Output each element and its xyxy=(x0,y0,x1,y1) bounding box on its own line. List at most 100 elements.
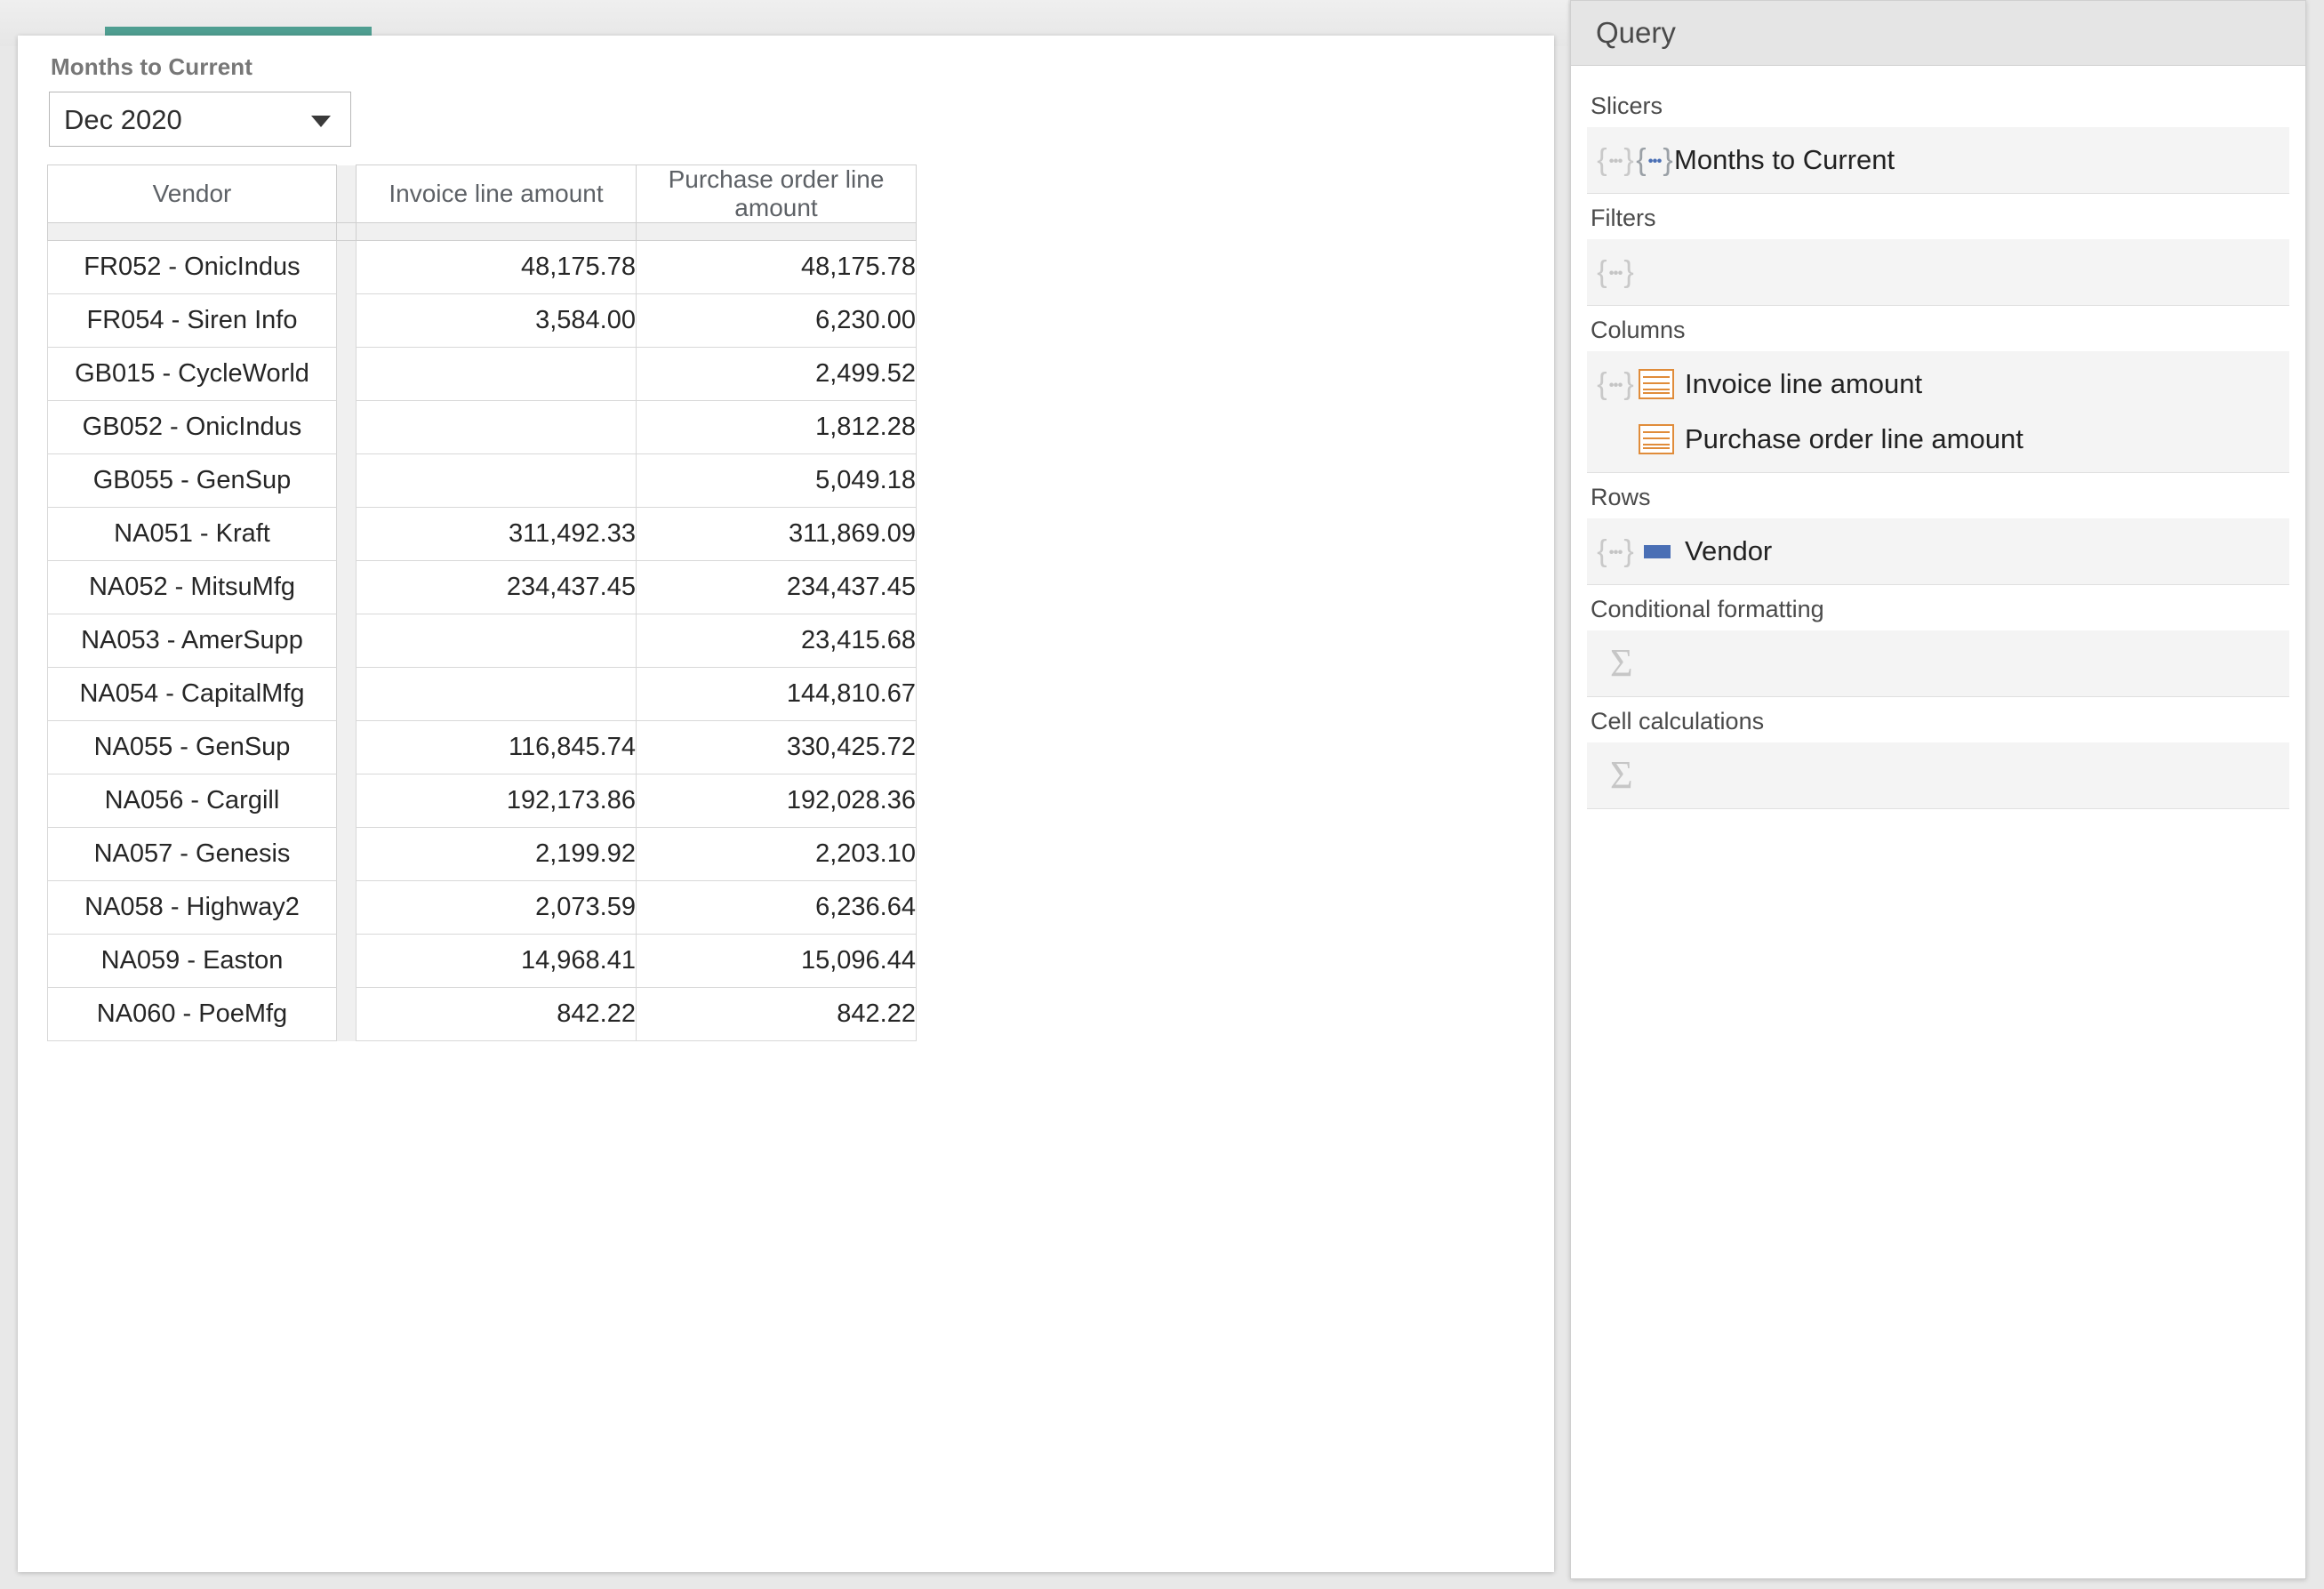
cell-spacer xyxy=(336,614,357,668)
cell-invoice-line-amount: 2,199.92 xyxy=(356,827,637,881)
cell-invoice-line-amount: 3,584.00 xyxy=(356,293,637,348)
column-header-invoice-line-amount[interactable]: Invoice line amount xyxy=(356,165,637,223)
query-item-invoice-line-amount[interactable]: { } ••• Invoice line amount xyxy=(1587,357,2289,412)
cell-purchase-order-line-amount: 842.22 xyxy=(636,987,917,1041)
query-item-purchase-order-line-amount[interactable]: { } Purchase order line amount xyxy=(1587,412,2289,467)
cell-spacer xyxy=(336,240,357,294)
application-root: Months to Current Dec 2020 Vendor Invoic… xyxy=(0,0,2324,1589)
cell-purchase-order-line-amount: 311,869.09 xyxy=(636,507,917,561)
query-item-vendor[interactable]: { } ••• Vendor xyxy=(1587,524,2289,579)
query-section-columns: Columns { }••• Invoice line amount { } xyxy=(1587,317,2289,473)
cell-invoice-line-amount xyxy=(356,400,637,454)
pivot-table-body: FR052 - OnicIndus 48,175.78 48,175.78 FR054… xyxy=(47,222,917,1041)
table-row[interactable]: FR052 - OnicIndus 48,175.78 48,175.78 xyxy=(47,240,917,294)
sigma-icon: Σ xyxy=(1610,753,1633,797)
cell-spacer xyxy=(336,347,357,401)
query-panel-title: Query xyxy=(1596,16,1676,49)
cell-invoice-line-amount: 192,173.86 xyxy=(356,774,637,828)
table-row[interactable]: NA055 - GenSup 116,845.74 330,425.72 xyxy=(47,720,917,774)
table-row[interactable]: NA054 - CapitalMfg 144,810.67 xyxy=(47,667,917,721)
cell-purchase-order-line-amount: 6,236.64 xyxy=(636,880,917,935)
cell-invoice-line-amount: 842.22 xyxy=(356,987,637,1041)
cell-purchase-order-line-amount: 48,175.78 xyxy=(636,240,917,294)
query-panel: Query Slicers { } ••• { } ••• Months to Cu… xyxy=(1570,0,2306,1579)
cell-invoice-line-amount xyxy=(356,453,637,508)
columns-dropzone[interactable]: { }••• Invoice line amount { } Purchase … xyxy=(1587,351,2289,473)
cell-spacer xyxy=(336,667,357,721)
cell-vendor: NA060 - PoeMfg xyxy=(47,987,337,1041)
table-row[interactable]: NA057 - Genesis 2,199.92 2,203.10 xyxy=(47,827,917,881)
table-row[interactable]: GB052 - OnicIndus 1,812.28 xyxy=(47,400,917,454)
slicers-dropzone[interactable]: { } ••• { } ••• Months to Current xyxy=(1587,127,2289,194)
rows-dropzone[interactable]: { } ••• Vendor xyxy=(1587,518,2289,585)
query-panel-body: Slicers { } ••• { } ••• Months to Current xyxy=(1571,66,2305,809)
cell-purchase-order-line-amount: 15,096.44 xyxy=(636,934,917,988)
conditional-formatting-dropzone[interactable]: Σ xyxy=(1587,630,2289,697)
cell-vendor: NA054 - CapitalMfg xyxy=(47,667,337,721)
braces-placeholder-icon: { } ••• xyxy=(1597,367,1634,401)
section-label-rows: Rows xyxy=(1591,484,1651,510)
cell-invoice-line-amount: 311,492.33 xyxy=(356,507,637,561)
cell-spacer xyxy=(336,453,357,508)
filters-dropzone[interactable]: { } ••• xyxy=(1587,239,2289,306)
cell-vendor: FR052 - OnicIndus xyxy=(47,240,337,294)
slicer-block: Months to Current Dec 2020 xyxy=(49,53,351,147)
cell-invoice-line-amount xyxy=(356,614,637,668)
table-row[interactable]: NA051 - Kraft 311,492.33 311,869.09 xyxy=(47,507,917,561)
cell-calculations-empty-slot[interactable]: Σ xyxy=(1587,748,2289,803)
cell-purchase-order-line-amount: 23,415.68 xyxy=(636,614,917,668)
table-row[interactable]: GB015 - CycleWorld 2,499.52 xyxy=(47,347,917,401)
pivot-table: Vendor Invoice line amount Purchase orde… xyxy=(47,165,917,1041)
table-row[interactable]: NA059 - Easton 14,968.41 15,096.44 xyxy=(47,934,917,988)
cell-vendor: NA053 - AmerSupp xyxy=(47,614,337,668)
column-header-purchase-order-line-amount[interactable]: Purchase order line amount xyxy=(636,165,917,223)
table-row[interactable]: GB055 - GenSup 5,049.18 xyxy=(47,453,917,508)
column-header-vendor[interactable]: Vendor xyxy=(47,165,337,223)
cell-vendor: NA056 - Cargill xyxy=(47,774,337,828)
cell-vendor: GB052 - OnicIndus xyxy=(47,400,337,454)
braces-placeholder-icon: { } ••• xyxy=(1597,143,1634,177)
query-item-label: Invoice line amount xyxy=(1685,368,1923,399)
table-row[interactable]: NA058 - Highway2 2,073.59 6,236.64 xyxy=(47,880,917,935)
table-row[interactable]: NA052 - MitsuMfg 234,437.45 234,437.45 xyxy=(47,560,917,614)
cell-invoice-line-amount xyxy=(356,667,637,721)
active-tab-indicator[interactable] xyxy=(105,27,372,36)
table-row[interactable]: NA060 - PoeMfg 842.22 842.22 xyxy=(47,987,917,1041)
months-to-current-dropdown[interactable]: Dec 2020 xyxy=(49,92,351,147)
cell-vendor: GB055 - GenSup xyxy=(47,453,337,508)
query-section-slicers: Slicers { } ••• { } ••• Months to Current xyxy=(1587,92,2289,194)
cell-invoice-line-amount: 48,175.78 xyxy=(356,240,637,294)
cell-purchase-order-line-amount: 5,049.18 xyxy=(636,453,917,508)
query-section-conditional-formatting: Conditional formatting Σ xyxy=(1587,596,2289,697)
sigma-icon: Σ xyxy=(1610,641,1633,685)
cell-spacer xyxy=(336,507,357,561)
query-item-label: Months to Current xyxy=(1674,144,1895,175)
cell-calculations-dropzone[interactable]: Σ xyxy=(1587,742,2289,809)
cell-spacer xyxy=(336,880,357,935)
cell-purchase-order-line-amount: 330,425.72 xyxy=(636,720,917,774)
cell-vendor: NA051 - Kraft xyxy=(47,507,337,561)
table-spacer-row xyxy=(47,222,917,241)
cell-invoice-line-amount: 14,968.41 xyxy=(356,934,637,988)
table-row[interactable]: NA056 - Cargill 192,173.86 192,028.36 xyxy=(47,774,917,828)
measure-icon xyxy=(1639,424,1674,454)
cell-invoice-line-amount xyxy=(356,347,637,401)
cell-invoice-line-amount: 234,437.45 xyxy=(356,560,637,614)
cell-spacer xyxy=(336,720,357,774)
table-row[interactable]: FR054 - Siren Info 3,584.00 6,230.00 xyxy=(47,293,917,348)
column-header-spacer xyxy=(336,165,357,223)
measure-icon xyxy=(1639,369,1674,399)
query-panel-header: Query xyxy=(1571,1,2305,66)
query-section-filters: Filters { } ••• xyxy=(1587,205,2289,306)
cell-spacer xyxy=(336,400,357,454)
query-item-months-to-current[interactable]: { } ••• { } ••• Months to Current xyxy=(1587,132,2289,188)
filters-empty-slot[interactable]: { } ••• xyxy=(1587,245,2289,300)
cell-vendor: NA055 - GenSup xyxy=(47,720,337,774)
conditional-formatting-empty-slot[interactable]: Σ xyxy=(1587,636,2289,691)
chevron-down-icon xyxy=(311,116,331,127)
section-label-columns: Columns xyxy=(1591,317,1686,343)
slicer-selected-value: Dec 2020 xyxy=(64,104,182,135)
cell-vendor: NA058 - Highway2 xyxy=(47,880,337,935)
cell-vendor: NA057 - Genesis xyxy=(47,827,337,881)
table-row[interactable]: NA053 - AmerSupp 23,415.68 xyxy=(47,614,917,668)
